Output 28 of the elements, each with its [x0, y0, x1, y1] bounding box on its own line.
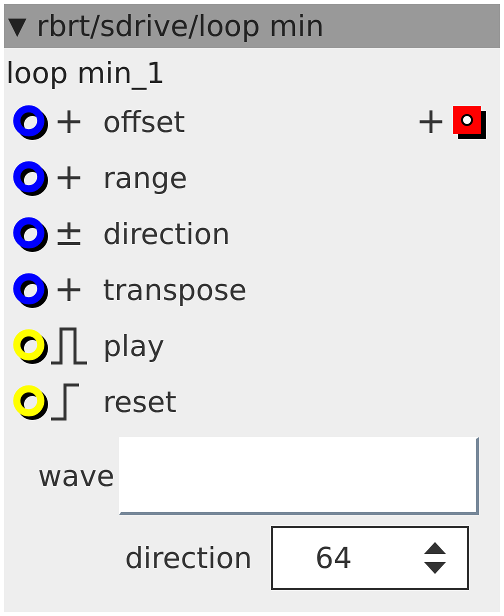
- port-icon[interactable]: [12, 272, 48, 308]
- input-name: reset: [103, 385, 176, 419]
- direction-label: direction: [125, 541, 252, 575]
- wave-field[interactable]: [118, 437, 478, 515]
- port-icon[interactable]: [12, 216, 48, 252]
- port-symbol: ±: [52, 216, 86, 252]
- direction-spinbox[interactable]: 64: [271, 526, 470, 590]
- panel-header[interactable]: ▼ rbrt/sdrive/loop min: [4, 4, 500, 48]
- input-name: transpose: [103, 273, 247, 307]
- port-icon[interactable]: [12, 328, 48, 364]
- instance-name: loop min_1: [5, 55, 166, 92]
- panel-title: rbrt/sdrive/loop min: [36, 9, 324, 43]
- input-name: direction: [103, 217, 230, 251]
- port-icon[interactable]: [12, 104, 48, 140]
- add-symbol[interactable]: +: [416, 104, 446, 140]
- port-icon[interactable]: [12, 160, 48, 196]
- port-symbol: +: [52, 272, 86, 308]
- input-name: offset: [103, 105, 186, 139]
- spinbox-value: 64: [315, 541, 352, 575]
- input-name: play: [103, 329, 164, 363]
- collapse-toggle[interactable]: ▼: [8, 12, 26, 40]
- port-icon[interactable]: [12, 384, 48, 420]
- wave-label: wave: [38, 459, 114, 493]
- pulse-icon: [49, 326, 89, 366]
- port-symbol: +: [52, 160, 86, 196]
- record-icon[interactable]: [452, 105, 486, 139]
- input-name: range: [103, 161, 188, 195]
- port-symbol: +: [52, 104, 86, 140]
